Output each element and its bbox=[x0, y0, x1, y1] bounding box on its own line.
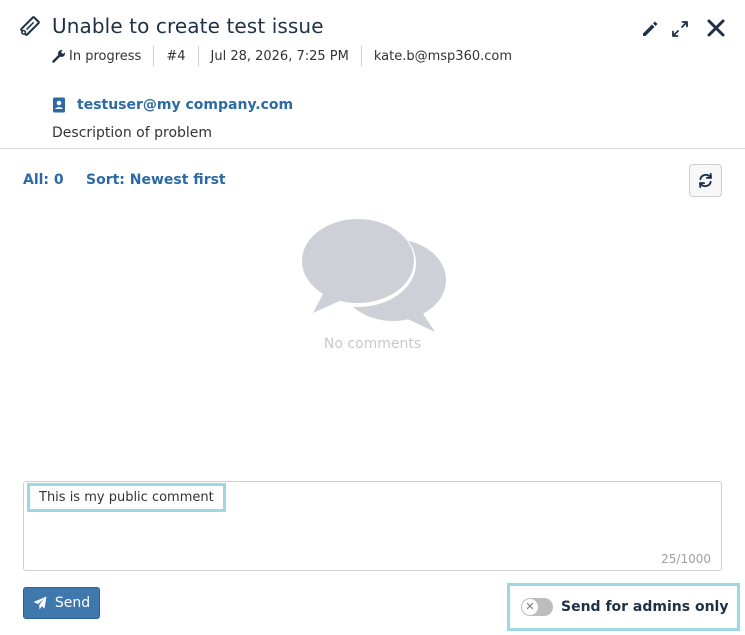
requester-email[interactable]: testuser@my company.com bbox=[77, 97, 293, 113]
send-label: Send bbox=[54, 595, 91, 611]
filter-all[interactable]: All: 0 bbox=[23, 172, 64, 188]
toggle-off-icon: ✕ bbox=[522, 599, 538, 615]
issue-author-email: kate.b@msp360.com bbox=[360, 46, 524, 66]
send-button[interactable]: Send bbox=[23, 587, 100, 619]
status-segment: In progress bbox=[52, 46, 153, 66]
issue-description: Description of problem bbox=[52, 125, 213, 141]
issue-title: Unable to create test issue bbox=[52, 14, 324, 38]
issue-panel: Unable to create test issue In progress … bbox=[0, 0, 745, 635]
paper-plane-icon bbox=[33, 596, 47, 610]
speech-bubbles-icon bbox=[300, 219, 446, 332]
issue-date: Jul 28, 2026, 7:25 PM bbox=[197, 46, 361, 66]
empty-state-text: No comments bbox=[323, 336, 422, 352]
expand-icon[interactable] bbox=[671, 20, 689, 38]
toggle-label: Send for admins only bbox=[561, 599, 729, 615]
character-counter: 25/1000 bbox=[661, 552, 711, 566]
pencil-icon[interactable] bbox=[640, 19, 660, 39]
section-divider bbox=[0, 148, 745, 149]
contact-book-icon bbox=[53, 97, 65, 113]
admins-only-toggle[interactable]: ✕ Send for admins only bbox=[507, 583, 740, 631]
issue-meta: In progress #4 Jul 28, 2026, 7:25 PM kat… bbox=[52, 46, 524, 66]
requester-link[interactable]: testuser@my company.com bbox=[52, 97, 293, 113]
comment-text[interactable]: This is my public comment bbox=[27, 483, 226, 512]
issue-number: #4 bbox=[153, 46, 197, 66]
refresh-button[interactable] bbox=[689, 164, 722, 197]
comment-textarea[interactable]: This is my public comment 25/1000 bbox=[23, 481, 722, 571]
toggle-switch[interactable]: ✕ bbox=[521, 598, 553, 616]
status-text: In progress bbox=[69, 48, 142, 64]
refresh-icon bbox=[699, 172, 712, 189]
ticket-icon bbox=[20, 16, 40, 36]
sort-dropdown[interactable]: Sort: Newest first bbox=[86, 172, 226, 188]
close-icon[interactable] bbox=[706, 18, 726, 38]
wrench-icon bbox=[52, 50, 65, 63]
